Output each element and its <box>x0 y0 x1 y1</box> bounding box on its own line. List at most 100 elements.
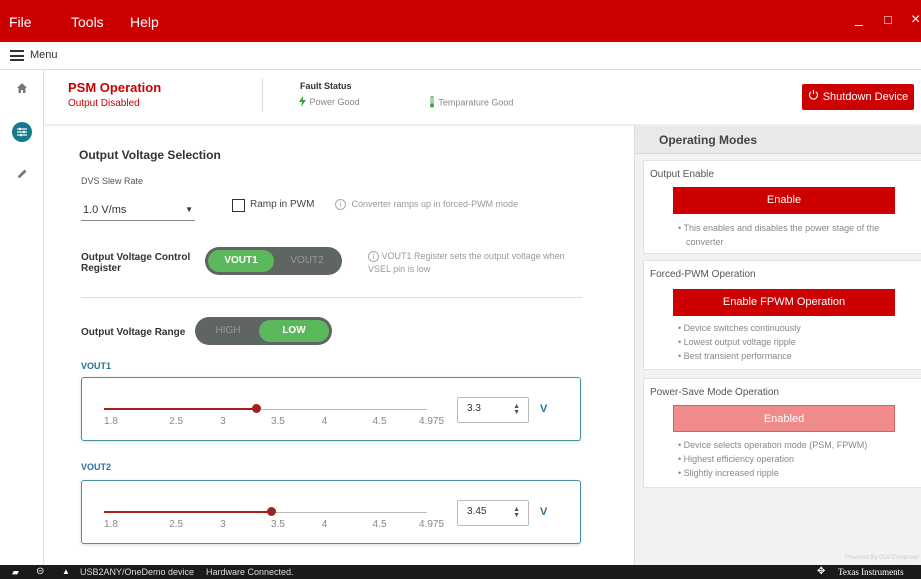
fpwm-bullets: • Device switches continuously • Lowest … <box>678 321 801 363</box>
main-content: Output Voltage Selection DVS Slew Rate 1… <box>45 126 633 565</box>
ramp-info-text: Converter ramps up in forced-PWM mode <box>351 199 519 209</box>
device-icon: ▰ <box>12 567 19 577</box>
info-icon: i <box>368 251 379 263</box>
settings-sliders-icon[interactable] <box>0 122 44 145</box>
brand-label: Texas Instruments <box>838 567 904 577</box>
home-icon[interactable] <box>0 82 44 97</box>
vout1-value: 3.3 <box>467 403 481 414</box>
vout2-fill <box>104 511 272 513</box>
toggle-low[interactable]: LOW <box>259 320 329 342</box>
shutdown-button[interactable]: Shutdown Device <box>802 84 914 110</box>
tick-label: 3 <box>220 519 226 530</box>
bullet-item: • Best transient performance <box>678 351 792 361</box>
vout1-input[interactable]: 3.3 ▲ ▼ <box>457 397 529 423</box>
enable-fpwm-button[interactable]: Enable FPWM Operation <box>673 289 895 316</box>
psm-enabled-button[interactable]: Enabled <box>673 405 895 432</box>
powered-by-label: Powered By GUI Composer <box>844 555 919 561</box>
spinner-icon[interactable]: ▲ ▼ <box>513 403 520 416</box>
vout1-fill <box>104 408 257 410</box>
toggle-high[interactable]: HIGH <box>198 320 258 342</box>
fpwm-title: Forced-PWM Operation <box>650 269 756 280</box>
vout2-thumb[interactable] <box>267 507 277 516</box>
ramp-info: i Converter ramps up in forced-PWM mode <box>335 199 519 211</box>
status-divider <box>262 78 263 112</box>
toggle-vout2[interactable]: VOUT2 <box>275 250 339 272</box>
control-register-label-line1: Output Voltage Control <box>81 252 191 263</box>
bullet-item: • Lowest output voltage ripple <box>678 337 796 347</box>
tick-label: 4.975 <box>419 519 445 530</box>
menu-help[interactable]: Help <box>130 14 159 30</box>
range-toggle[interactable]: HIGH LOW <box>195 317 332 345</box>
power-good-status: Power Good <box>298 96 360 109</box>
link-icon[interactable]: ⊝ <box>36 566 44 577</box>
vout1-slider-box: 1.8 2.5 3 3.5 4 4.5 4.975 3.3 ▲ ▼ V <box>81 377 581 441</box>
tick-label: 2.5 <box>169 416 184 427</box>
tick-label: 4 <box>321 416 328 427</box>
psm-bullets: • Device selects operation mode (PSM, FP… <box>678 438 867 480</box>
tick-label: 3.5 <box>270 519 285 530</box>
power-icon <box>808 84 819 110</box>
range-label: Output Voltage Range <box>81 327 186 338</box>
ramp-checkbox[interactable] <box>232 199 245 212</box>
dvs-label: DVS Slew Rate <box>81 176 144 186</box>
maximize-button[interactable]: □ <box>884 12 892 27</box>
tick-label: 1.8 <box>104 416 118 427</box>
tick-label: 4.5 <box>372 519 387 530</box>
menu-label[interactable]: Menu <box>30 49 58 61</box>
info-icon: i <box>335 199 346 211</box>
menu-file[interactable]: File <box>9 14 32 30</box>
mode-subtitle: Output Disabled <box>68 98 140 109</box>
bullet-item: • Device switches continuously <box>678 323 801 333</box>
tick-label: 3.5 <box>270 416 285 427</box>
dvs-value: 1.0 V/ms <box>83 204 127 216</box>
vout2-slider-box: 1.8 2.5 3 3.5 4 4.5 4.975 3.45 ▲ ▼ V <box>81 480 581 544</box>
vout2-value: 3.45 <box>467 506 487 517</box>
tick-label: 3 <box>220 416 226 427</box>
spinner-icon[interactable]: ▲ ▼ <box>513 506 520 519</box>
status-bar: PSM Operation Output Disabled Fault Stat… <box>45 70 921 125</box>
chevron-up-icon[interactable]: ▲ <box>62 567 70 576</box>
side-nav <box>0 70 44 565</box>
mode-title: PSM Operation <box>68 80 162 95</box>
pencil-icon[interactable] <box>0 168 44 183</box>
vout2-unit: V <box>540 506 548 518</box>
control-info-line2: VSEL pin is low <box>368 264 431 274</box>
output-enable-card: Output Enable Enable • This enables and … <box>643 160 921 254</box>
tick-label: 2.5 <box>169 519 184 530</box>
hamburger-icon[interactable] <box>10 50 24 61</box>
bullet-item: • Slightly increased ripple <box>678 468 779 478</box>
control-register-toggle[interactable]: VOUT1 VOUT2 <box>205 247 342 275</box>
vout1-thumb[interactable] <box>252 404 262 413</box>
psm-title: Power-Save Mode Operation <box>650 387 779 398</box>
control-info-line1: VOUT1 Register sets the output voltage w… <box>381 251 565 261</box>
section-divider <box>81 297 582 298</box>
bullet-item: • Highest efficiency operation <box>678 454 795 464</box>
operating-modes-panel: Operating Modes Output Enable Enable • T… <box>634 126 921 565</box>
output-enable-title: Output Enable <box>650 169 714 180</box>
bullet-item: • Device selects operation mode (PSM, FP… <box>678 440 868 450</box>
vout1-unit: V <box>540 403 548 415</box>
toggle-vout1[interactable]: VOUT1 <box>208 250 274 272</box>
dvs-select[interactable]: 1.0 V/ms ▼ <box>81 197 195 221</box>
minimize-button[interactable]: _ <box>855 10 863 26</box>
ramp-label: Ramp in PWM <box>250 199 315 210</box>
menu-bar: Menu <box>0 42 921 70</box>
dropdown-arrow-icon: ▼ <box>185 205 193 214</box>
lightning-icon <box>298 96 307 109</box>
tick-label: 1.8 <box>104 519 118 530</box>
title-bar: File Tools Help _ □ × <box>0 0 921 42</box>
section-title: Output Voltage Selection <box>79 148 221 162</box>
ti-logo-icon: ✥ <box>817 566 826 577</box>
fault-status-title: Fault Status <box>300 81 352 91</box>
tick-label: 4.975 <box>419 416 445 427</box>
temperature-status: Temparature Good <box>428 96 513 110</box>
enable-button[interactable]: Enable <box>673 187 895 214</box>
menu-tools[interactable]: Tools <box>71 14 104 30</box>
hardware-status: Hardware Connected. <box>206 567 294 577</box>
close-button[interactable]: × <box>911 11 920 29</box>
power-good-label: Power Good <box>309 96 360 107</box>
vout2-input[interactable]: 3.45 ▲ ▼ <box>457 500 529 526</box>
footer-bar: ▰ ⊝ ▲ USB2ANY/OneDemo device Hardware Co… <box>0 565 921 579</box>
temperature-label: Temparature Good <box>438 97 514 108</box>
fpwm-card: Forced-PWM Operation Enable FPWM Operati… <box>643 260 921 370</box>
